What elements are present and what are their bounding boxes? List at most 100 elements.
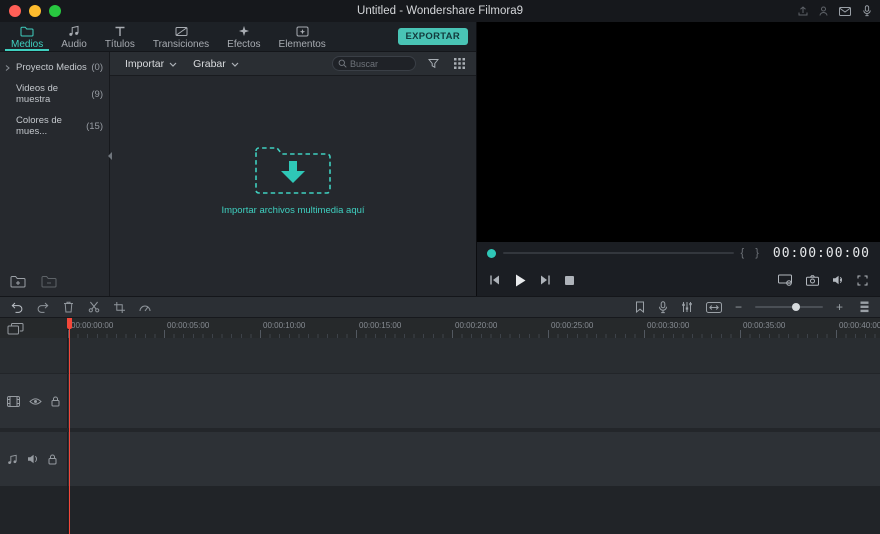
media-section: Proyecto Medios (0) Videos de muestra (9… [0,52,476,296]
stop-icon[interactable] [565,275,574,285]
media-panel: Importar Grabar Buscar Importar archivos… [110,52,476,296]
marker-icon[interactable] [635,301,645,313]
tab-efectos[interactable]: Efectos [218,22,269,51]
search-input[interactable] [350,58,410,69]
import-drop-zone[interactable]: Importar archivos multimedia aquí [110,76,476,296]
delete-icon[interactable] [63,301,74,313]
main-area: Medios Audio Títulos Transiciones Efecto… [0,22,880,296]
lock-icon[interactable] [48,454,57,465]
traffic-lights [0,5,61,17]
play-icon[interactable] [514,274,526,287]
grid-view-icon[interactable] [450,58,468,69]
previous-frame-icon[interactable] [489,275,500,285]
timeline-playhead[interactable] [67,318,72,534]
sidebar-item-label: Colores de mues... [16,115,62,137]
record-voiceover-icon[interactable] [658,300,668,314]
fit-timeline-icon[interactable] [705,301,722,313]
snapshot-icon[interactable] [806,274,819,286]
export-button[interactable]: EXPORTAR [397,28,468,45]
elements-icon [296,24,309,37]
titlebar-actions [798,0,872,22]
tab-titulos[interactable]: Títulos [96,22,144,51]
timeline-toolbar: − + [0,296,880,318]
undo-icon[interactable] [11,302,23,313]
track-options-icon[interactable] [860,301,869,313]
timeline-spacer-row [0,338,880,374]
import-hint-label: Importar archivos multimedia aquí [221,205,365,216]
ruler-label: 00:00:20:00 [455,321,498,330]
scrubber-track[interactable] [503,252,734,254]
account-icon[interactable] [819,6,828,16]
ruler-label: 00:00:10:00 [263,321,306,330]
titlebar: Untitled - Wondershare Filmora9 [0,0,880,22]
collapse-panel-handle[interactable] [108,152,112,160]
fullscreen-icon[interactable] [857,275,868,286]
tab-transiciones[interactable]: Transiciones [144,22,218,51]
bottom-track-header [0,486,68,534]
sidebar-item-proyecto-medios[interactable]: Proyecto Medios (0) [0,57,109,78]
volume-icon[interactable] [832,275,844,285]
next-frame-icon[interactable] [540,275,551,285]
crop-icon[interactable] [114,301,125,313]
video-track-row [0,374,880,428]
sidebar-item-label: Proyecto Medios [16,62,87,73]
timeline-ruler[interactable]: 00:00:00:00 00:00:05:00 00:00:10:00 00:0… [68,318,880,338]
timeline-bottom-area [0,486,880,534]
tab-audio[interactable]: Audio [52,22,96,51]
mixer-icon[interactable] [681,301,693,313]
share-icon[interactable] [798,6,808,16]
speed-icon[interactable] [139,302,151,312]
window-title: Untitled - Wondershare Filmora9 [357,5,523,17]
search-box[interactable] [332,56,416,71]
zoom-window-button[interactable] [49,5,61,17]
video-track-lane [68,374,880,428]
timeline: 00:00:00:00 00:00:05:00 00:00:10:00 00:0… [0,318,880,534]
ruler-label: 00:00:05:00 [167,321,210,330]
mark-in-icon[interactable]: { [741,247,745,259]
zoom-slider[interactable] [754,302,823,312]
chevron-down-icon [169,62,177,67]
mic-icon[interactable] [862,5,872,17]
mail-icon[interactable] [839,6,851,16]
lock-icon[interactable] [51,396,60,407]
playhead-handle[interactable] [487,248,496,258]
sidebar-item-colores-muestra[interactable]: Colores de mues... (15) [0,110,109,142]
manage-tracks-icon[interactable] [7,322,24,335]
eye-icon[interactable] [29,397,42,406]
tab-elementos[interactable]: Elementos [270,22,335,51]
close-window-button[interactable] [9,5,21,17]
chevron-right-icon[interactable] [5,64,10,71]
sidebar-item-count: (9) [91,88,103,100]
minimize-window-button[interactable] [29,5,41,17]
record-label: Grabar [193,57,226,70]
sidebar-item-videos-muestra[interactable]: Videos de muestra (9) [0,78,109,110]
ruler-label: 00:00:00:00 [71,321,114,330]
new-folder-icon[interactable] [10,275,26,288]
timeline-toolbar-right: − + [635,300,869,314]
audio-track-icon[interactable] [7,454,18,465]
tab-medios[interactable]: Medios [2,22,52,51]
track-headers-top [0,318,68,338]
audio-track-lane [68,432,880,486]
zoom-slider-knob[interactable] [792,303,801,311]
delete-folder-icon[interactable] [41,275,57,288]
preview-options [778,274,868,286]
filter-icon[interactable] [424,58,442,69]
tab-label: Efectos [227,38,261,50]
record-dropdown[interactable]: Grabar [186,58,246,70]
speaker-icon[interactable] [27,454,39,464]
titles-icon [114,24,126,37]
display-settings-icon[interactable] [778,274,793,286]
redo-icon[interactable] [37,302,49,313]
zoom-out-icon[interactable]: − [735,301,742,313]
ruler-label: 00:00:35:00 [743,321,786,330]
timeline-ruler-row: 00:00:00:00 00:00:05:00 00:00:10:00 00:0… [0,318,880,338]
split-icon[interactable] [88,301,100,313]
mark-out-icon[interactable]: } [755,247,759,259]
sidebar-item-count: (15) [86,120,103,132]
video-track-icon[interactable] [7,395,20,407]
import-dropdown[interactable]: Importar [118,58,184,70]
zoom-in-icon[interactable]: + [836,301,843,313]
folder-icon [20,24,34,37]
spacer-track-lane [68,338,880,373]
